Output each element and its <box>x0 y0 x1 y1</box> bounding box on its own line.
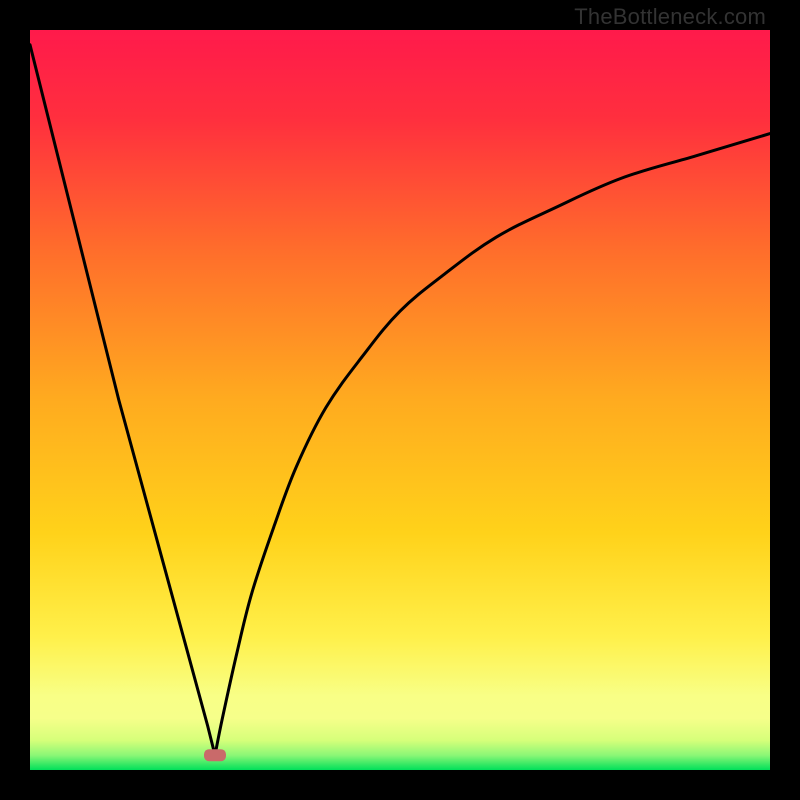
bottleneck-curve-chart <box>30 30 770 770</box>
chart-frame <box>30 30 770 770</box>
watermark-text: TheBottleneck.com <box>574 4 766 30</box>
gradient-background <box>30 30 770 770</box>
optimal-point-marker <box>204 749 226 761</box>
